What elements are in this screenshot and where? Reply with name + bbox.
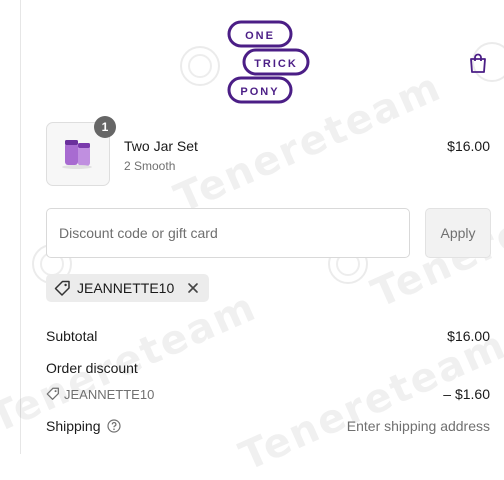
brand-logo[interactable]: ONE TRICK PONY	[226, 20, 310, 104]
applied-discount-chip: JEANNETTE10	[46, 274, 210, 302]
shipping-label: Shipping	[46, 418, 101, 434]
quantity-badge: 1	[94, 116, 116, 138]
logo-line: TRICK	[254, 58, 298, 70]
shopping-bag-icon[interactable]	[467, 52, 489, 74]
tag-icon	[46, 387, 59, 400]
divider	[20, 0, 21, 454]
subtotal-row: Subtotal $16.00	[46, 328, 490, 344]
tag-icon	[54, 280, 70, 296]
logo-line: ONE	[245, 30, 275, 42]
discount-code-summary: JEANNETTE10	[46, 387, 154, 402]
shipping-row: Shipping Enter shipping address	[46, 418, 490, 434]
shipping-value: Enter shipping address	[346, 418, 490, 434]
discount-value: – $1.60	[443, 386, 490, 402]
discount-detail-row: JEANNETTE10 – $1.60	[46, 386, 490, 402]
remove-discount-icon[interactable]	[186, 281, 200, 295]
order-discount-row: Order discount	[46, 360, 490, 376]
apply-discount-button[interactable]: Apply	[425, 208, 491, 258]
logo-line: PONY	[240, 86, 279, 98]
applied-code-label: JEANNETTE10	[77, 280, 175, 296]
watermark-seal-icon	[180, 46, 220, 86]
help-circle-icon[interactable]	[107, 419, 121, 433]
checkout-order-summary: Tenereteam Tenereteam Tenereteam Teneret…	[0, 0, 504, 480]
order-discount-label: Order discount	[46, 360, 138, 376]
product-variant: 2 Smooth	[124, 159, 176, 173]
discount-code-text: JEANNETTE10	[64, 387, 155, 402]
subtotal-value: $16.00	[447, 328, 490, 344]
subtotal-label: Subtotal	[46, 328, 98, 344]
product-name: Two Jar Set	[124, 138, 198, 154]
discount-code-input[interactable]	[46, 208, 410, 258]
product-price: $16.00	[447, 138, 490, 154]
